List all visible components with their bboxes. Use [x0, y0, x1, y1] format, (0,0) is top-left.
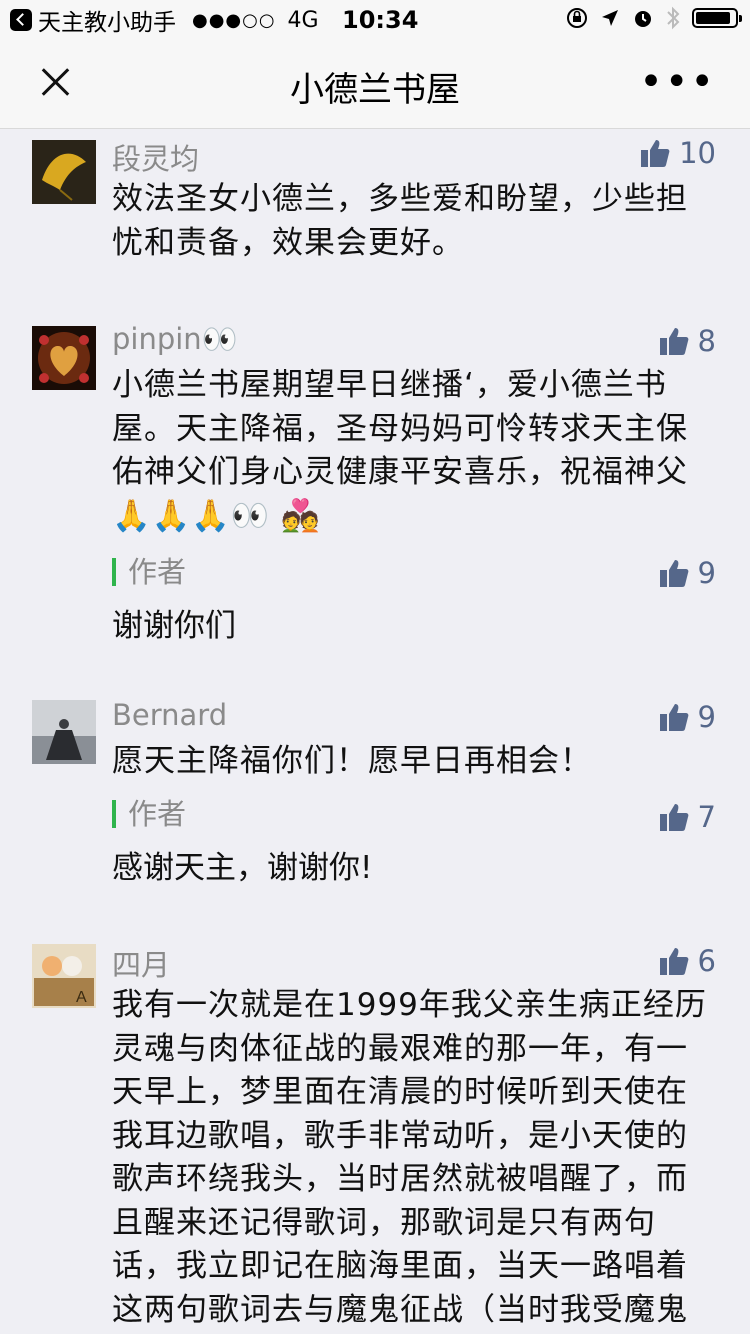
like-button[interactable]: 6: [658, 944, 716, 978]
network-type: 4G: [287, 7, 319, 33]
thumbs-up-icon: [659, 804, 688, 831]
comment-item: Bernard 9 愿天主降福你们！愿早日再相会！ 作者 7 感谢天主，谢谢你!: [0, 690, 750, 900]
thumbs-up-icon: [659, 328, 688, 355]
like-button[interactable]: 7: [658, 800, 716, 834]
comment-item: 段灵均 10 效法圣女小德兰，多些爱和盼望，少些担忧和责备，效果会更好。: [0, 128, 750, 308]
comment-author: pinpin👀: [112, 322, 238, 356]
location-icon: [602, 10, 618, 26]
like-count: 8: [697, 324, 716, 358]
comment-text: 小德兰书屋期望早日继播‘，爱小德兰书屋。天主降福，圣母妈妈可怜转求天主保佑神父们…: [112, 367, 688, 534]
thumbs-up-icon: [659, 948, 688, 975]
author-reply-label: 作者: [112, 800, 186, 829]
author-reply-label: 作者: [112, 558, 186, 587]
svg-text:A: A: [76, 989, 87, 1006]
like-count: 9: [697, 700, 716, 734]
avatar[interactable]: A: [32, 944, 96, 1008]
comment-text: 效法圣女小德兰，多些爱和盼望，少些担忧和责备，效果会更好。: [112, 181, 688, 261]
like-button[interactable]: 8: [658, 324, 716, 358]
thumbs-up-icon: [659, 704, 688, 731]
more-options-button[interactable]: •••: [639, 62, 716, 102]
comment-item: pinpin👀 8 小德兰书屋期望早日继播‘，爱小德兰书屋。天主降福，圣母妈妈可…: [0, 316, 750, 676]
clock: 10:34: [342, 6, 419, 34]
battery-icon: [692, 8, 742, 28]
avatar[interactable]: [32, 326, 96, 390]
comment-text: 我有一次就是在1999年我父亲生病正经历灵魂与肉体征战的最艰难的那一年，有一天早…: [112, 987, 707, 1328]
signal-strength-icon: ●●●○○: [192, 9, 276, 31]
status-bar: 天主教小助手 ●●●○○ 4G 10:34: [0, 0, 750, 40]
like-button[interactable]: 9: [658, 700, 716, 734]
alarm-icon: [635, 11, 651, 27]
avatar[interactable]: [32, 700, 96, 764]
author-reply-text: 感谢天主，谢谢你!: [112, 850, 373, 886]
bluetooth-icon: [667, 6, 680, 30]
thumbs-up-icon: [659, 560, 688, 587]
page-title: 小德兰书屋: [290, 70, 460, 110]
like-count: 9: [697, 556, 716, 590]
comment-item: A 四月 6 我有一次就是在1999年我父亲生病正经历灵魂与肉体征战的最艰难的那…: [0, 934, 750, 1334]
back-to-app-label[interactable]: 天主教小助手: [38, 3, 176, 37]
thumbs-up-icon: [641, 140, 670, 167]
back-to-app-icon[interactable]: [10, 9, 32, 31]
comment-author: 四月: [112, 948, 171, 982]
comment-author: Bernard: [112, 698, 228, 732]
author-reply-text: 谢谢你们: [112, 608, 236, 644]
orientation-lock-icon: [567, 8, 587, 28]
avatar[interactable]: [32, 140, 96, 204]
like-count: 7: [697, 800, 716, 834]
like-button[interactable]: 10: [639, 136, 716, 170]
nav-bar: 小德兰书屋 •••: [0, 40, 750, 129]
comment-text: 愿天主降福你们！愿早日再相会！: [112, 743, 592, 779]
like-button[interactable]: 9: [658, 556, 716, 590]
like-count: 10: [679, 136, 716, 170]
like-count: 6: [697, 944, 716, 978]
comment-author: 段灵均: [112, 142, 200, 176]
